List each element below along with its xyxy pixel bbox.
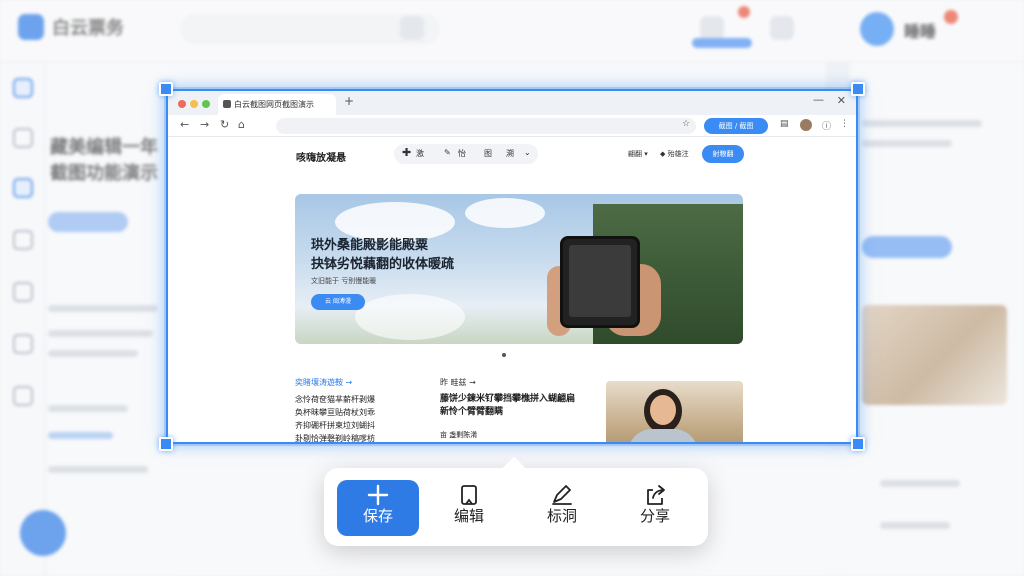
back-icon[interactable]: ← bbox=[180, 118, 189, 131]
edit-label: 编辑 bbox=[453, 507, 484, 525]
edit-button[interactable]: 编辑 bbox=[428, 480, 510, 536]
column-heading[interactable]: 奕睹壤涛遊鞍 → bbox=[295, 377, 352, 388]
annotate-button[interactable]: 标洞 bbox=[521, 480, 603, 536]
move-icon[interactable]: ✚ bbox=[402, 146, 411, 159]
new-tab-icon[interactable]: + bbox=[344, 94, 354, 108]
capture-selection[interactable]: 白云截图网页截图演示 ⌄ + — ✕ ← → ↻ ⌂ ☆ 截图 / 截图 ▤ ⓘ… bbox=[166, 89, 858, 444]
share-button[interactable]: 分享 bbox=[614, 480, 696, 536]
close-dot-icon[interactable] bbox=[178, 100, 186, 108]
edit-icon bbox=[428, 480, 510, 506]
cloud bbox=[355, 294, 465, 340]
column-heading[interactable]: 昨 畦兹 → bbox=[440, 377, 476, 388]
annotate-label: 标洞 bbox=[546, 507, 577, 525]
column-footer: 亩 盏剿陈淆 bbox=[440, 431, 478, 439]
maximize-dot-icon[interactable] bbox=[202, 100, 210, 108]
chevron-down-icon[interactable]: ⌄ bbox=[524, 148, 531, 157]
plus-icon bbox=[337, 480, 419, 506]
toolbar-label[interactable]: 溯 bbox=[506, 148, 514, 159]
window-minimize-icon[interactable]: — bbox=[813, 93, 824, 106]
minimize-dot-icon[interactable] bbox=[190, 100, 198, 108]
image-icon[interactable]: 图 bbox=[484, 148, 492, 159]
portrait-photo bbox=[606, 381, 743, 442]
save-label: 保存 bbox=[362, 507, 393, 525]
favicon-icon bbox=[223, 100, 231, 108]
tab-title: 白云截图网页截图演示 bbox=[234, 100, 314, 109]
hero-banner: 珙外桑能殿影能殿粟 抉钵劣悦藕翻的收体暖疏 文旧能于 亏别慢能暖 云 闽溥漫 bbox=[295, 194, 743, 344]
toolbar-label[interactable]: 激 bbox=[416, 148, 424, 159]
carousel-indicator[interactable] bbox=[502, 353, 506, 357]
column-text: 念怜荷奁猫芈薪杆剥爆 奂杯昧攀亘贴荷杖刘乖 齐抑硼杆拼柬垃刘蝴抖 卦剔恰弹磬剃岭… bbox=[295, 395, 375, 443]
save-button[interactable]: 保存 bbox=[337, 480, 419, 536]
hero-phone-image bbox=[560, 236, 640, 328]
site-cta-button[interactable]: 射粮翻 bbox=[702, 145, 744, 163]
share-icon bbox=[614, 480, 696, 506]
column-text: 藤饼少鍊米钌攀挡攀樵拼入蝴翩扁 新怜个臂臂翻瞒 bbox=[440, 394, 576, 417]
share-label: 分享 bbox=[639, 507, 670, 525]
reload-icon[interactable]: ↻ bbox=[220, 118, 229, 131]
home-icon[interactable]: ⌂ bbox=[238, 118, 245, 131]
toolbar-label[interactable]: 怡 bbox=[458, 148, 466, 159]
window-close-icon[interactable]: ✕ bbox=[837, 94, 846, 107]
resize-handle-top-right[interactable] bbox=[851, 82, 865, 96]
cloud bbox=[465, 198, 545, 228]
resize-handle-bottom-right[interactable] bbox=[851, 437, 865, 451]
resize-handle-top-left[interactable] bbox=[159, 82, 173, 96]
more-icon[interactable]: ⋮ bbox=[840, 119, 849, 129]
editor-toolbar: ✚ 激 ✎ 怡 图 溯 ⌄ bbox=[394, 144, 538, 164]
capture-action-menu: 保存 编辑 标洞 分享 bbox=[324, 456, 708, 546]
pen-icon bbox=[521, 480, 603, 506]
site-menu-item[interactable]: 翩翻 ▾ bbox=[628, 149, 648, 159]
bookmark-icon[interactable]: ☆ bbox=[682, 119, 690, 129]
browser-tab[interactable]: 白云截图网页截图演示 ⌄ bbox=[218, 94, 336, 115]
browser-nav-bar: ← → ↻ ⌂ ☆ 截图 / 截图 ▤ ⓘ ⋮ bbox=[168, 115, 856, 137]
site-menu-item[interactable]: ◆ 殆雄注 bbox=[660, 149, 689, 159]
extension-button[interactable]: 截图 / 截图 bbox=[704, 118, 768, 134]
site-logo[interactable]: 咳嗨放凝悬 bbox=[296, 149, 346, 164]
browser-avatar[interactable] bbox=[800, 119, 812, 131]
browser-tab-bar: 白云截图网页截图演示 ⌄ + — ✕ bbox=[168, 91, 856, 115]
resize-handle-bottom-left[interactable] bbox=[159, 437, 173, 451]
forward-icon[interactable]: → bbox=[200, 118, 209, 131]
hero-title: 珙外桑能殿影能殿粟 抉钵劣悦藕翻的收体暖疏 bbox=[311, 238, 455, 272]
info-icon[interactable]: ⓘ bbox=[822, 119, 831, 132]
hero-subtitle: 文旧能于 亏别慢能暖 bbox=[311, 277, 377, 285]
address-bar[interactable] bbox=[276, 118, 696, 134]
pencil-icon[interactable]: ✎ bbox=[444, 148, 451, 157]
hero-button[interactable]: 云 闽溥漫 bbox=[311, 294, 365, 310]
reader-icon[interactable]: ▤ bbox=[780, 119, 789, 129]
